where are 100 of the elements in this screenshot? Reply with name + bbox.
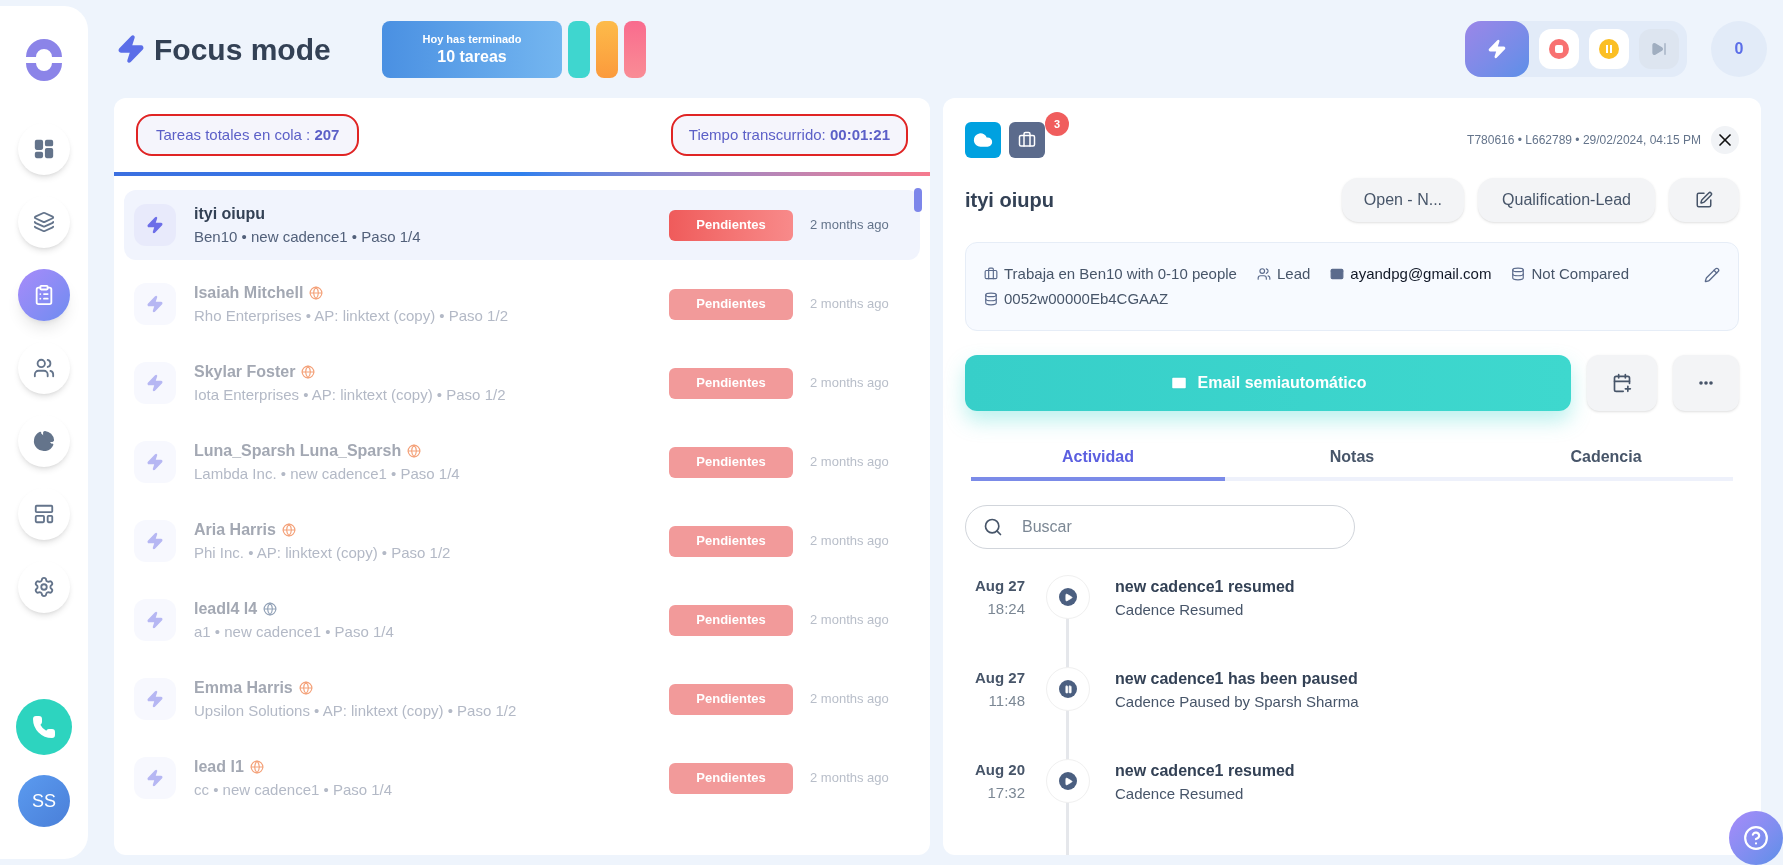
settings-icon [33,576,55,598]
task-age: 2 months ago [810,453,890,472]
cloud-icon [973,130,993,150]
sidebar-item[interactable] [18,561,70,613]
task-age: 2 months ago [810,769,890,788]
search-icon [983,517,1003,537]
task-detail: Upsilon Solutions • AP: linktext (copy) • Paso 1/2 [194,700,518,721]
close-button[interactable] [1711,126,1739,154]
queue-total: Tareas totales en cola : 207 [136,113,360,157]
people-icon [33,357,55,379]
sidebar-item[interactable] [18,269,70,321]
help-button[interactable] [1729,811,1783,865]
briefcase-button[interactable] [1009,122,1045,158]
task-name: Luna_Sparsh Luna_Sparsh [194,440,402,461]
sidebar-item[interactable] [18,342,70,394]
status-badge: Pendientes [669,367,793,399]
status-badge: Pendientes [669,683,793,715]
lightning-icon [146,690,164,708]
schedule-button[interactable] [1587,355,1657,411]
event-title: new cadence1 has been paused [1115,669,1359,689]
status-badge: Pendientes [669,762,793,794]
people-icon [1256,267,1271,282]
task-name: ityi oiupu [194,203,266,224]
notification-badge: 3 [1045,112,1069,136]
event-title: new cadence1 resumed [1115,761,1295,781]
info-text: Lead [1276,264,1311,284]
task-name: lead l1 [194,756,244,777]
event-time: 17:32 [987,782,1025,803]
task-detail: Phi Inc. • AP: linktext (copy) • Paso 1/2 [194,542,452,563]
lightning-icon [116,34,146,64]
task-age: 2 months ago [810,611,890,630]
help-icon [1743,825,1769,851]
briefcase-icon [984,267,998,282]
briefcase-icon [1018,131,1036,149]
stop-button[interactable] [1539,29,1579,69]
record-meta: T780616 • L662789 • 29/02/2024, 04:15 PM [1467,132,1701,149]
lightning-icon [146,453,164,471]
clipboard-icon [33,284,55,306]
email-button[interactable]: Email semiautomático [965,355,1571,411]
stage-button[interactable]: Qualification-Lead [1478,178,1655,222]
lead-name: ityi oiupu [965,188,1054,213]
completed-count: 10 tareas [437,47,507,68]
user-avatar[interactable]: SS [18,775,70,827]
info-text: ayandpg@gmail.com [1350,264,1492,284]
event-date: Aug 27 [975,668,1025,688]
edit-button[interactable] [1669,178,1739,222]
page-title: Focus mode [154,31,331,68]
event-text: Cadence Resumed [1115,600,1245,620]
sidebar-item[interactable] [18,196,70,248]
status-button[interactable]: Open - N... [1341,178,1465,222]
task-name: Emma Harris [194,677,293,698]
status-badge: Pendientes [669,446,793,478]
phone-icon [32,715,56,739]
status-badge: Pendientes [669,209,793,241]
event-time: 18:24 [987,598,1025,619]
event-time: 11:48 [988,690,1025,711]
calendar-icon [1612,373,1632,393]
event-title: new cadence1 resumed [1115,577,1295,597]
lightning-icon [146,769,164,787]
play-icon [1046,575,1090,619]
lightning-icon [146,532,164,550]
task-age: 2 months ago [810,532,890,551]
progress-pill [568,20,590,78]
event-text: Cadence Paused by Sparsh Sharma [1115,692,1359,712]
crm-button[interactable] [965,122,1001,158]
sidebar-item[interactable] [18,123,70,175]
tab[interactable]: Actividad [971,445,1225,481]
sidebar-item[interactable] [18,488,70,540]
task-row[interactable]: ityi oiupu Ben10 • new cadence1 • Paso 1/4 Pendientes 2 months ago [124,190,920,260]
tab[interactable]: Cadencia [1479,445,1733,481]
progress-pill [624,20,646,78]
counter-badge: 0 [1711,21,1767,77]
lightning-icon [1487,39,1507,59]
search-field[interactable]: Buscar [965,505,1355,549]
pause-icon [1599,39,1619,59]
event-date: Aug 20 [975,760,1025,780]
task-age: 2 months ago [810,216,890,235]
task-detail: Iota Enterprises • AP: linktext (copy) • Paso 1/2 [194,384,507,405]
task-detail: Ben10 • new cadence1 • Paso 1/4 [194,226,422,247]
lightning-icon [146,295,164,313]
task-name: leadl4 l4 [194,598,258,619]
task-detail: a1 • new cadence1 • Paso 1/4 [194,621,395,642]
focus-button[interactable] [1465,21,1529,77]
scrollbar-thumb[interactable] [914,188,922,212]
pie-chart-icon [33,430,55,452]
dashboard-icon [33,138,55,160]
play-icon [1046,759,1090,803]
task-detail: Lambda Inc. • new cadence1 • Paso 1/4 [194,463,461,484]
lightning-icon [146,611,164,629]
skip-icon [1651,41,1667,57]
layout-icon [33,503,55,525]
task-age: 2 months ago [810,374,890,393]
edit-icon [1695,191,1713,209]
event-text: Cadence Resumed [1115,784,1245,804]
task-age: 2 months ago [810,690,890,709]
tab[interactable]: Notas [1225,445,1479,481]
sidebar-item[interactable] [18,415,70,467]
info-text: Trabaja en Ben10 with 0-10 people [1004,264,1237,284]
task-detail: Rho Enterprises • AP: linktext (copy) • Paso 1/2 [194,305,509,326]
pencil-icon[interactable] [1704,267,1720,283]
